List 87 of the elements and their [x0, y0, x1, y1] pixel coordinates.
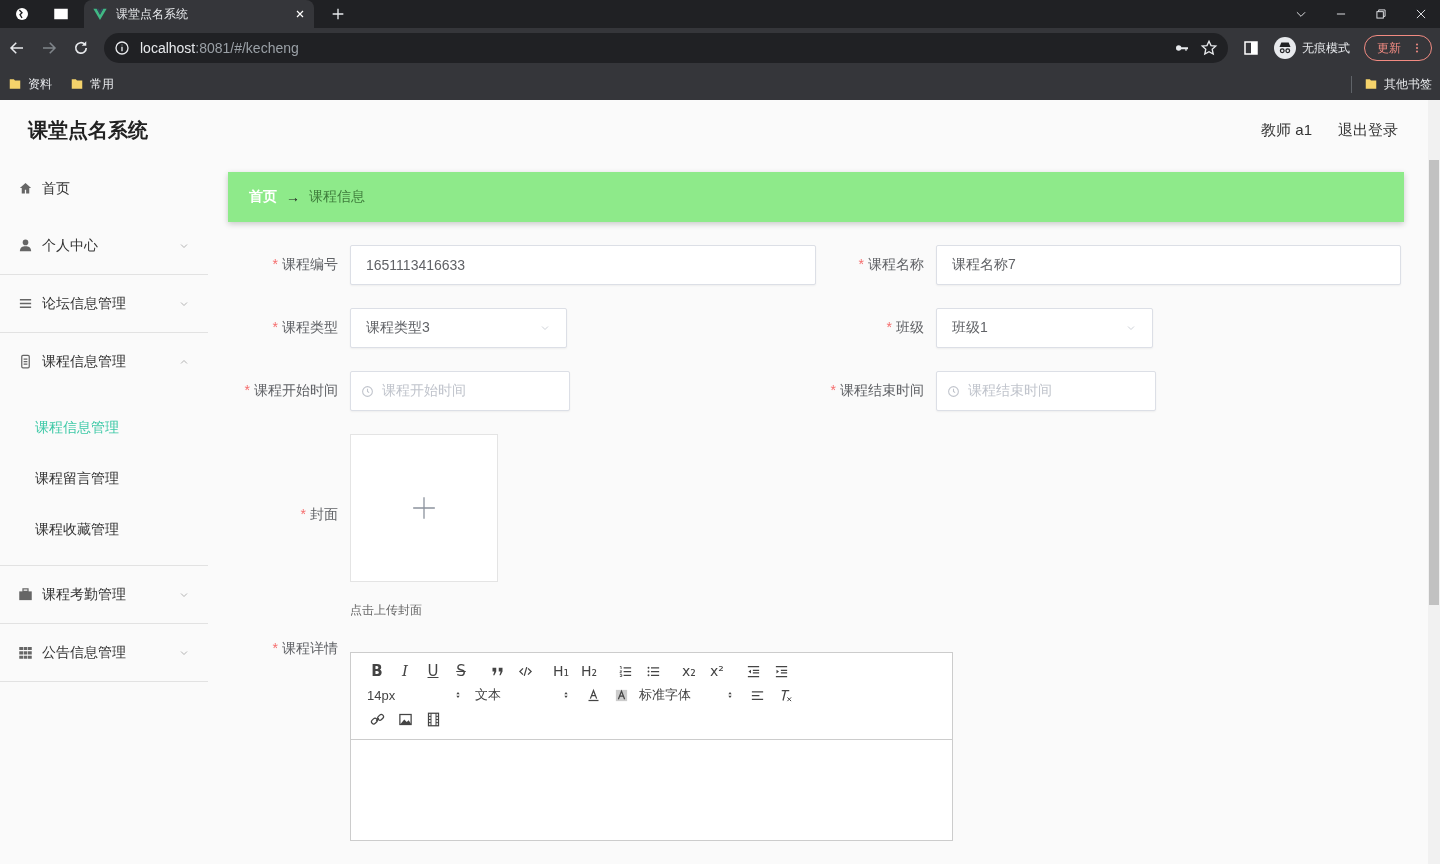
heading-button[interactable]: H₁ [547, 661, 575, 681]
doc-icon [18, 354, 33, 369]
case-icon [18, 587, 33, 602]
required-mark: * [244, 382, 250, 398]
url-text: localhost:8081/#/kecheng [140, 40, 299, 56]
bookmark[interactable]: 资料 [8, 75, 52, 93]
required-mark: * [272, 640, 278, 656]
home-icon [18, 181, 33, 196]
clock-icon [361, 384, 374, 398]
dropdown[interactable]: 文本 [475, 686, 571, 704]
field-label: 班级 [896, 319, 924, 335]
folder-icon [8, 77, 22, 91]
film-icon [425, 711, 441, 727]
select-field[interactable]: 课程类型3 [350, 308, 567, 348]
heading-button[interactable]: H₂ [575, 661, 603, 681]
required-mark: * [272, 256, 278, 272]
field-label: 课程名称 [868, 256, 924, 272]
breadcrumb-current: 课程信息 [309, 188, 365, 206]
sidebar-item[interactable]: 公告信息管理 [0, 624, 208, 682]
text-field[interactable]: 课程名称7 [936, 245, 1401, 285]
indent-icon [773, 663, 789, 679]
field-label: 课程结束时间 [840, 382, 924, 398]
forward-icon[interactable] [40, 39, 58, 57]
clock-icon [947, 384, 960, 398]
back-icon[interactable] [8, 39, 26, 57]
bookmark[interactable]: 常用 [70, 75, 114, 93]
scrollbar-thumb[interactable] [1429, 160, 1439, 605]
scrollbar[interactable] [1428, 100, 1440, 864]
app-title: 课堂点名系统 [28, 117, 149, 143]
tab-title: 课堂点名系统 [116, 5, 189, 23]
field-label: 课程编号 [282, 256, 338, 272]
folder-icon [70, 77, 84, 91]
star-icon[interactable] [1200, 39, 1218, 57]
info-icon [114, 40, 130, 56]
script-button[interactable]: x² [703, 661, 731, 681]
required-mark: * [830, 382, 836, 398]
sidebar-item[interactable]: 个人中心 [0, 217, 208, 275]
vue-logo-icon [92, 6, 108, 22]
globe-icon[interactable] [14, 6, 30, 22]
grid-icon [18, 645, 33, 660]
bookmark[interactable]: 其他书签 [1351, 75, 1432, 93]
dropdown[interactable]: 标准字体 [639, 686, 735, 704]
plus-icon [411, 495, 437, 521]
field-label: 课程类型 [282, 319, 338, 335]
close-icon[interactable] [294, 8, 306, 20]
sidebar-item[interactable]: 论坛信息管理 [0, 275, 208, 333]
required-mark: * [886, 319, 892, 335]
field-label: 封面 [310, 505, 338, 522]
sidebar-subitem[interactable]: 课程留言管理 [0, 453, 208, 504]
required-mark: * [272, 319, 278, 335]
script-button[interactable]: x₂ [675, 661, 703, 681]
field-label: 课程开始时间 [254, 382, 338, 398]
required-mark: * [858, 256, 864, 272]
bold-button[interactable]: B [363, 661, 391, 681]
required-mark: * [300, 505, 306, 522]
incognito-icon[interactable] [1274, 37, 1296, 59]
sidebar-item[interactable]: 课程考勤管理 [0, 566, 208, 624]
lines-icon [18, 296, 33, 311]
person-icon [18, 238, 33, 253]
sidebar-subitem[interactable]: 课程收藏管理 [0, 504, 208, 555]
logout-link[interactable]: 退出登录 [1338, 120, 1398, 140]
select-field[interactable]: 班级1 [936, 308, 1153, 348]
underline-button[interactable]: U [419, 661, 447, 681]
text-field[interactable]: 1651113416633 [350, 245, 816, 285]
address-bar[interactable]: localhost:8081/#/kecheng [104, 33, 1228, 63]
dropdown[interactable]: 14px [367, 687, 463, 703]
sidebar-item[interactable]: 课程信息管理 [0, 333, 208, 390]
upload-hint: 点击上传封面 [350, 602, 423, 619]
side-panel-icon[interactable] [1242, 39, 1260, 57]
breadcrumb-separator: → [286, 189, 300, 205]
close-icon[interactable] [1414, 7, 1428, 21]
browser-tab[interactable]: 课堂点名系统 [84, 0, 314, 28]
italic-button[interactable]: I [391, 661, 419, 681]
image-icon [397, 711, 413, 727]
link-icon [369, 711, 385, 727]
outdent-icon [745, 663, 761, 679]
strikethrough-button[interactable]: S [447, 661, 475, 681]
field-label: 课程详情 [282, 640, 338, 656]
profile-label: 无痕模式 [1302, 39, 1350, 57]
folder-icon [1364, 77, 1378, 91]
restore-icon[interactable] [1374, 7, 1388, 21]
numbered-list-icon [617, 663, 633, 679]
plus-icon[interactable] [330, 6, 346, 22]
highlight-icon [613, 687, 629, 703]
sidebar-item[interactable]: 首页 [0, 160, 208, 217]
reload-icon[interactable] [72, 39, 90, 57]
user-name[interactable]: 教师 a1 [1261, 120, 1312, 140]
